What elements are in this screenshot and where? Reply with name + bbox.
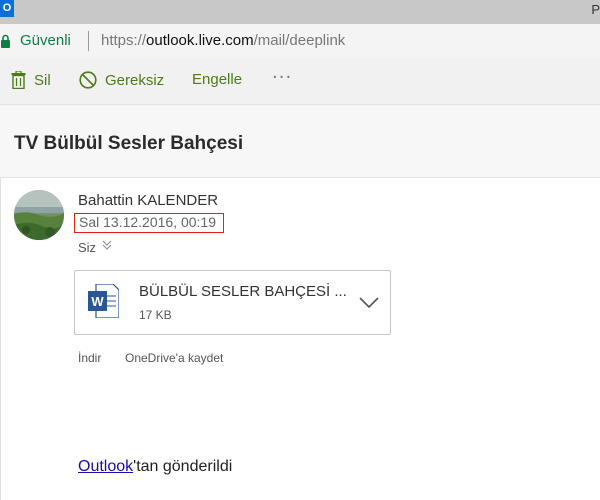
avatar[interactable] (14, 190, 64, 240)
subject-header: TV Bülbül Sesler Bahçesi (0, 105, 600, 178)
delete-label: Sil (34, 72, 51, 89)
trash-icon (11, 70, 26, 90)
url-field[interactable]: https://outlook.live.com/mail/deeplink (101, 32, 345, 49)
attachment-name: BÜLBÜL SESLER BAHÇESİ ... (139, 283, 347, 300)
attachment-card[interactable]: W BÜLBÜL SESLER BAHÇESİ ... 17 KB (74, 270, 391, 335)
signature-text: 'tan gönderildi (133, 458, 233, 475)
lock-icon (1, 34, 10, 48)
chevron-down-icon[interactable] (359, 297, 379, 309)
word-icon-letter: W (91, 294, 104, 309)
chevron-down-icon[interactable] (101, 239, 113, 251)
outlook-icon: O (0, 0, 14, 17)
delete-button[interactable]: Sil (11, 70, 51, 90)
address-divider (88, 31, 89, 51)
url-path: /mail/deeplink (253, 32, 346, 49)
window-titlebar: O P (0, 0, 600, 24)
download-link[interactable]: İndir (78, 351, 101, 365)
word-file-icon: W (88, 284, 119, 318)
address-bar[interactable]: Güvenli https://outlook.live.com/mail/de… (0, 24, 600, 59)
secure-label[interactable]: Güvenli (20, 32, 71, 49)
attachment-size: 17 KB (139, 308, 172, 322)
junk-button[interactable]: Gereksiz (79, 71, 164, 89)
message-body: Bahattin KALENDER Sal 13.12.2016, 00:19 … (0, 178, 600, 500)
sender-name[interactable]: Bahattin KALENDER (78, 192, 218, 209)
more-icon[interactable]: ··· (272, 67, 292, 88)
junk-label: Gereksiz (105, 72, 165, 89)
url-host: outlook.live.com (146, 32, 254, 49)
block-button[interactable]: Engelle (192, 71, 242, 88)
message-subject: TV Bülbül Sesler Bahçesi (14, 133, 244, 154)
save-onedrive-link[interactable]: OneDrive'a kaydet (125, 351, 223, 365)
message-toolbar: Sil Gereksiz Engelle ··· (0, 58, 600, 105)
outlook-link[interactable]: Outlook (78, 458, 133, 475)
avatar-image (14, 190, 64, 240)
block-label: Engelle (192, 71, 243, 88)
window-title: P (591, 2, 600, 17)
url-scheme: https:// (101, 32, 147, 49)
block-icon (79, 71, 97, 89)
signature: Outlook'tan gönderildi (78, 458, 232, 476)
message-date: Sal 13.12.2016, 00:19 (79, 214, 217, 230)
date-highlight: Sal 13.12.2016, 00:19 (74, 213, 224, 233)
recipient-label: Siz (78, 240, 97, 255)
divider (0, 178, 1, 500)
